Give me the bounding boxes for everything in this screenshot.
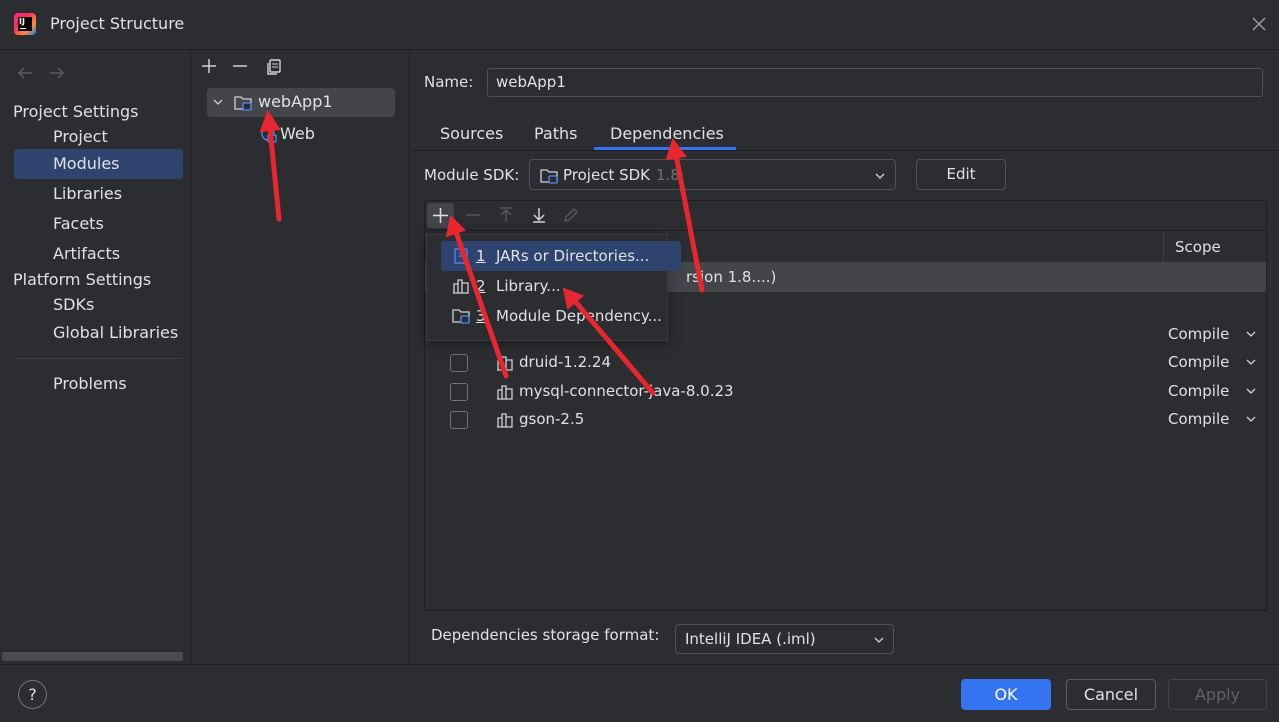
- remove-icon[interactable]: [230, 56, 250, 76]
- row-checkbox[interactable]: [450, 354, 468, 372]
- row-scope[interactable]: Compile: [1168, 353, 1229, 371]
- chevron-down-icon: [875, 173, 885, 179]
- active-tab-indicator: [594, 147, 736, 150]
- menu-item-label: Library...: [496, 277, 561, 295]
- folder-module-icon: [540, 169, 558, 184]
- title-bar: [0, 0, 1279, 50]
- menu-item-library[interactable]: 2 Library...: [441, 271, 681, 301]
- nav-item-libraries[interactable]: Libraries: [14, 179, 183, 209]
- row-name: gson-2.5: [519, 410, 585, 428]
- nav-item-problems[interactable]: Problems: [14, 369, 183, 399]
- folder-module-icon: [452, 309, 470, 324]
- storage-format-select[interactable]: IntelliJ IDEA (.iml): [675, 624, 894, 654]
- library-icon: [497, 413, 513, 428]
- project-settings-header: Project Settings: [13, 102, 139, 121]
- tree-module-label: webApp1: [258, 92, 333, 111]
- cancel-button[interactable]: Cancel: [1066, 679, 1156, 710]
- tabs-divider: [412, 150, 1279, 151]
- folder-module-icon: [234, 96, 252, 111]
- name-label: Name:: [424, 73, 474, 91]
- add-icon[interactable]: [199, 56, 219, 76]
- library-icon: [497, 385, 513, 400]
- library-icon: [453, 279, 469, 294]
- module-name-field[interactable]: webApp1: [487, 68, 1263, 97]
- module-sdk-label: Module SDK:: [424, 166, 520, 184]
- tab-dependencies[interactable]: Dependencies: [610, 124, 724, 143]
- row-name: druid-1.2.24: [519, 353, 612, 371]
- chevron-down-icon: [874, 637, 884, 643]
- move-down-icon[interactable]: [529, 205, 549, 225]
- back-arrow-icon[interactable]: [16, 64, 34, 82]
- row-scope[interactable]: Compile: [1168, 410, 1229, 428]
- menu-item-number: 1: [476, 247, 486, 265]
- tree-item-facet[interactable]: Web: [260, 124, 380, 146]
- table-row[interactable]: mysql-connector-java-8.0.23 Compile: [425, 378, 1266, 407]
- nav-item-global-libraries[interactable]: Global Libraries: [14, 318, 183, 348]
- menu-item-label: JARs or Directories...: [496, 247, 650, 265]
- module-sdk-version: 1.8: [656, 166, 680, 184]
- add-icon: [433, 208, 448, 223]
- row-checkbox[interactable]: [450, 411, 468, 429]
- table-row[interactable]: gson-2.5 Compile: [425, 406, 1266, 435]
- apply-button[interactable]: Apply: [1168, 679, 1267, 710]
- add-dependency-button[interactable]: [427, 203, 454, 228]
- library-icon: [497, 356, 513, 371]
- row-name: mysql-connector-java-8.0.23: [519, 382, 734, 400]
- close-icon[interactable]: [1251, 16, 1267, 32]
- tree-item-module[interactable]: webApp1: [207, 88, 395, 117]
- storage-format-label: Dependencies storage format:: [431, 626, 660, 644]
- module-sdk-value: Project SDK: [563, 166, 650, 184]
- nav-item-modules[interactable]: Modules: [14, 149, 183, 179]
- dependencies-toolbar: [425, 201, 1266, 231]
- row-scope[interactable]: Compile: [1168, 325, 1229, 343]
- edit-sdk-button[interactable]: Edit: [916, 159, 1006, 190]
- chevron-down-icon[interactable]: [1245, 385, 1257, 397]
- module-sdk-select[interactable]: Project SDK 1.8: [529, 159, 896, 190]
- scope-column-header[interactable]: Scope: [1163, 232, 1266, 263]
- forward-arrow-icon[interactable]: [48, 64, 66, 82]
- menu-item-number: 2: [476, 277, 486, 295]
- help-icon[interactable]: ?: [18, 680, 47, 709]
- chevron-down-icon[interactable]: [1245, 413, 1257, 425]
- tab-paths[interactable]: Paths: [534, 124, 577, 143]
- window-title: Project Structure: [50, 14, 185, 33]
- nav-item-project[interactable]: Project: [14, 122, 183, 152]
- jar-directory-icon: [454, 248, 468, 264]
- tree-facet-label: Web: [280, 124, 315, 143]
- menu-item-number: 3: [476, 307, 486, 325]
- ok-button[interactable]: OK: [961, 679, 1051, 710]
- scope-header-label: Scope: [1175, 238, 1221, 256]
- platform-settings-header: Platform Settings: [13, 270, 152, 289]
- storage-format-value: IntelliJ IDEA (.iml): [685, 630, 816, 648]
- chevron-down-icon[interactable]: [1245, 328, 1257, 340]
- remove-icon[interactable]: [463, 205, 483, 225]
- sdk-row-label: rsion 1.8....): [686, 268, 777, 286]
- nav-item-sdks[interactable]: SDKs: [14, 290, 183, 320]
- web-facet-icon: [261, 127, 277, 143]
- sidebar-scrollbar[interactable]: [2, 652, 183, 661]
- app-logo-icon: IJ: [14, 13, 36, 35]
- chevron-down-icon[interactable]: [212, 96, 224, 108]
- add-dependency-menu: 1 JARs or Directories... 2 Library... 3 …: [426, 234, 681, 341]
- nav-item-facets[interactable]: Facets: [14, 209, 183, 239]
- table-row[interactable]: druid-1.2.24 Compile: [425, 349, 1266, 378]
- copy-icon[interactable]: [264, 56, 284, 76]
- menu-item-jars-or-directories[interactable]: 1 JARs or Directories...: [441, 241, 681, 271]
- menu-item-module-dependency[interactable]: 3 Module Dependency...: [441, 301, 681, 331]
- tab-sources[interactable]: Sources: [440, 124, 503, 143]
- row-checkbox[interactable]: [450, 383, 468, 401]
- nav-divider: [14, 358, 182, 359]
- edit-pencil-icon[interactable]: [561, 205, 581, 225]
- menu-item-label: Module Dependency...: [496, 307, 662, 325]
- row-scope[interactable]: Compile: [1168, 382, 1229, 400]
- nav-item-artifacts[interactable]: Artifacts: [14, 239, 183, 269]
- chevron-down-icon[interactable]: [1245, 356, 1257, 368]
- move-up-icon[interactable]: [496, 205, 516, 225]
